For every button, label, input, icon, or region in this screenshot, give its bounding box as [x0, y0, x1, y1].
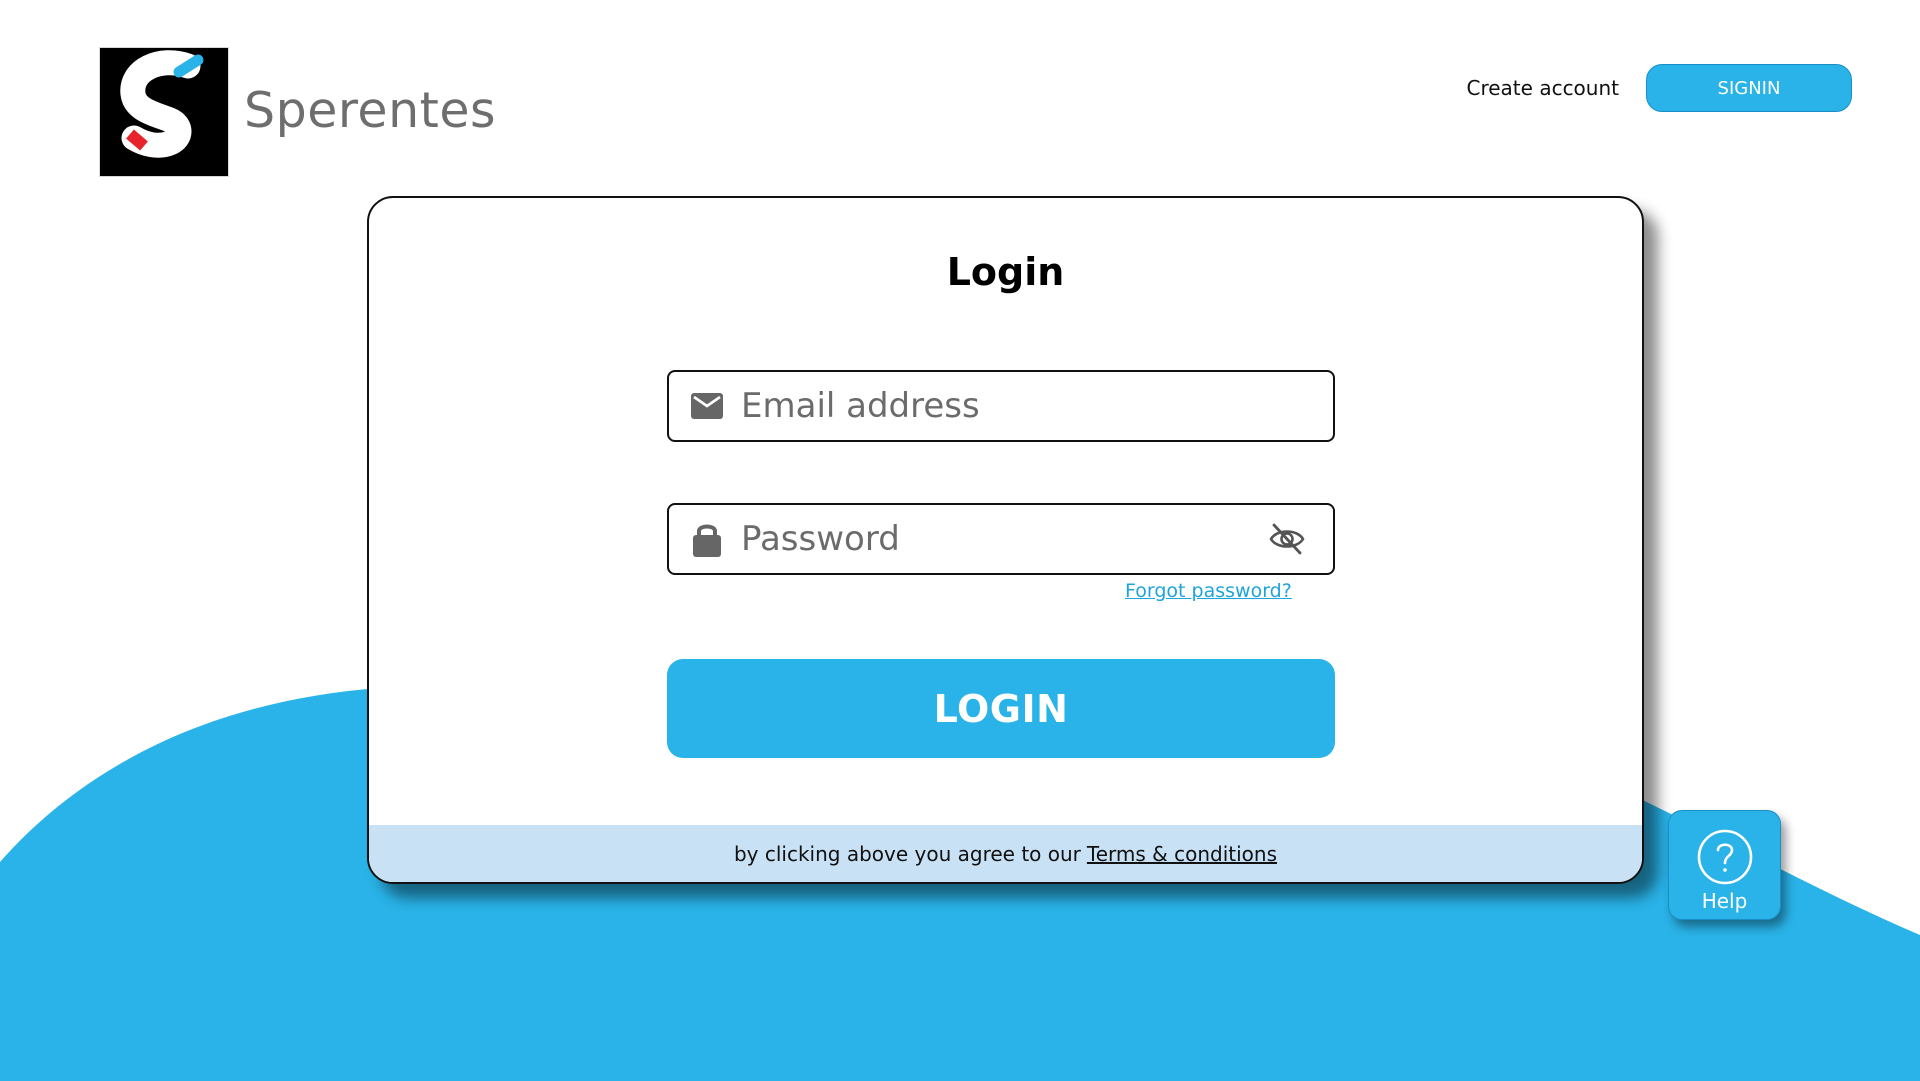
- card-footer: by clicking above you agree to our Terms…: [369, 825, 1642, 882]
- email-input[interactable]: [739, 375, 1333, 437]
- password-field[interactable]: [667, 503, 1335, 575]
- mail-icon: [689, 388, 725, 424]
- agreement-text: by clicking above you agree to our: [733, 841, 1081, 866]
- login-title: Login: [946, 250, 1065, 294]
- login-button[interactable]: LOGIN: [667, 659, 1335, 758]
- help-label: Help: [1701, 889, 1748, 913]
- password-input[interactable]: [739, 508, 1265, 570]
- login-card: Login Forgot password? LOGIN: [367, 196, 1644, 884]
- brand-name: Sperentes: [244, 82, 497, 139]
- email-field[interactable]: [667, 370, 1335, 442]
- help-circle-icon: [1697, 829, 1753, 885]
- terms-link[interactable]: Terms & conditions: [1087, 842, 1277, 866]
- eye-off-icon[interactable]: [1265, 517, 1309, 561]
- create-account-link[interactable]: Create account: [1467, 76, 1620, 100]
- help-button[interactable]: Help: [1668, 810, 1781, 920]
- signin-button[interactable]: SIGNIN: [1646, 64, 1852, 112]
- forgot-password-link[interactable]: Forgot password?: [1125, 580, 1292, 602]
- brand-logo[interactable]: [100, 48, 228, 176]
- lock-icon: [689, 521, 725, 557]
- logo-s-icon: [100, 48, 228, 176]
